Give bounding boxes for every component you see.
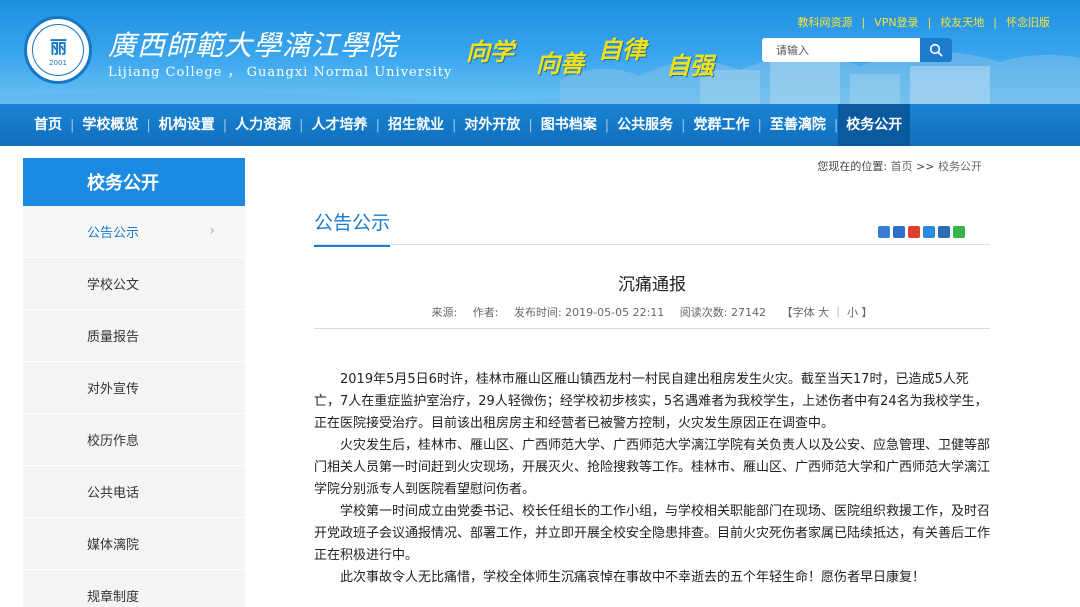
logo-inner-ring: 丽 2001 — [32, 24, 84, 76]
school-logo[interactable]: 丽 2001 — [24, 16, 92, 84]
nav-admissions[interactable]: 招生就业 — [380, 104, 452, 146]
breadcrumb-current[interactable]: 校务公开 — [938, 160, 982, 173]
sidebar-item-label: 对外宣传 — [87, 382, 140, 397]
divider: | — [993, 15, 997, 29]
top-links: 教科网资源 | VPN登录 | 校友天地 | 怀念旧版 — [797, 14, 1050, 30]
top-link-alumni[interactable]: 校友天地 — [940, 14, 984, 30]
article-body: 2019年5月5日6时许，桂林市雁山区雁山镇西龙村一村民自建出租房发生火灾。截至… — [314, 369, 990, 589]
article-published: 发布时间: 2019-05-05 22:11 — [513, 306, 665, 319]
nav-affairs-open[interactable]: 校务公开 — [838, 104, 911, 146]
school-name-en: Lijiang College ， Guangxi Normal Univers… — [108, 65, 453, 80]
sidebar-item-label: 学校公文 — [87, 278, 140, 293]
search-input[interactable] — [762, 38, 918, 62]
top-link-old-version[interactable]: 怀念旧版 — [1006, 14, 1050, 30]
article-paragraph: 学校第一时间成立由党委书记、校长任组长的工作小组，与学校相关职能部门在现场、医院… — [314, 504, 991, 563]
article-paragraph: 2019年5月5日6时许，桂林市雁山区雁山镇西龙村一村民自建出租房发生火灾。截至… — [314, 372, 988, 431]
main-nav: 首页 | 学校概览 | 机构设置 | 人力资源 | 人才培养 | 招生就业 | … — [0, 104, 1080, 146]
nav-home[interactable]: 首页 — [26, 104, 70, 146]
article-divider — [314, 328, 990, 329]
motto-2: 向善 — [536, 49, 584, 78]
sidebar-item-regulations[interactable]: 规章制度 — [23, 570, 245, 607]
nav-hr[interactable]: 人力资源 — [227, 104, 299, 146]
sidebar-title: 校务公开 — [23, 158, 245, 206]
sidebar-item-media[interactable]: 媒体漓院 — [23, 518, 245, 570]
site-header: 丽 2001 廣西師範大學漓江學院 Lijiang College ， Guan… — [0, 0, 1080, 104]
motto-4: 自强 — [666, 51, 714, 80]
share-icons — [878, 226, 965, 238]
font-size-control[interactable]: 【字体 大 ｜ 小 】 — [781, 306, 872, 319]
sidebar: 校务公开 公告公示 › 学校公文 质量报告 对外宣传 校历作息 公共电话 媒体漓… — [23, 158, 245, 607]
search-button[interactable] — [920, 38, 952, 62]
share-qzone-icon[interactable] — [893, 226, 905, 238]
divider: | — [927, 15, 932, 29]
share-more-icon[interactable] — [878, 226, 890, 238]
share-renren-icon[interactable] — [938, 226, 950, 238]
sidebar-item-documents[interactable]: 学校公文 — [23, 258, 245, 310]
motto-3: 自律 — [598, 35, 646, 64]
sidebar-item-publicity[interactable]: 对外宣传 — [23, 362, 245, 414]
nav-international[interactable]: 对外开放 — [456, 104, 528, 146]
article-title: 沉痛通报 — [618, 275, 686, 295]
top-link-vpn[interactable]: VPN登录 — [874, 14, 918, 30]
top-link-resources[interactable]: 教科网资源 — [797, 14, 852, 30]
sidebar-item-label: 规章制度 — [87, 590, 140, 605]
sidebar-item-announcements[interactable]: 公告公示 › — [23, 206, 245, 258]
logo-year: 2001 — [49, 59, 67, 67]
sidebar-item-calendar[interactable]: 校历作息 — [23, 414, 245, 466]
nav-public-service[interactable]: 公共服务 — [609, 104, 681, 146]
article-views: 阅读次数: 27142 — [679, 306, 766, 319]
breadcrumb-prefix: 您现在的位置: — [817, 160, 888, 173]
sidebar-item-quality-report[interactable]: 质量报告 — [23, 310, 245, 362]
chevron-right-icon: › — [209, 223, 215, 239]
motto-1: 向学 — [466, 37, 514, 66]
nav-overview[interactable]: 学校概览 — [74, 104, 146, 146]
sidebar-item-phonebook[interactable]: 公共电话 — [23, 466, 245, 518]
article-author: 作者: — [472, 306, 499, 319]
section-title: 公告公示 — [314, 208, 391, 247]
sidebar-item-label: 公告公示 — [87, 226, 140, 241]
logo-mark: 丽 — [50, 38, 67, 58]
article-paragraph: 火灾发生后，桂林市、雁山区、广西师范大学、广西师范大学漓江学院有关负责人以及公安… — [314, 438, 991, 497]
nav-party[interactable]: 党群工作 — [686, 104, 758, 146]
breadcrumb-separator: >> — [916, 160, 935, 173]
breadcrumb-home[interactable]: 首页 — [891, 160, 913, 173]
search-icon — [929, 43, 943, 57]
share-weibo-icon[interactable] — [908, 226, 920, 238]
nav-institutions[interactable]: 机构设置 — [151, 104, 223, 146]
share-wechat-icon[interactable] — [953, 226, 965, 238]
article-meta: 来源: 作者: 发布时间: 2019-05-05 22:11 阅读次数: 271… — [314, 304, 990, 320]
article-paragraph: 此次事故令人无比痛惜，学校全体师生沉痛哀悼在事故中不幸逝去的五个年轻生命！愿伤者… — [340, 570, 926, 585]
search-box — [762, 38, 952, 62]
article-source: 来源: — [431, 306, 458, 319]
sidebar-item-label: 质量报告 — [87, 330, 140, 345]
sidebar-item-label: 媒体漓院 — [87, 538, 140, 553]
school-name-cn: 廣西師範大學漓江學院 — [108, 29, 399, 62]
section-divider — [314, 244, 990, 245]
share-tencent-icon[interactable] — [923, 226, 935, 238]
sidebar-item-label: 公共电话 — [87, 486, 140, 501]
breadcrumb: 您现在的位置: 首页 >> 校务公开 — [817, 158, 982, 174]
divider: | — [861, 15, 866, 29]
sidebar-item-label: 校历作息 — [87, 434, 140, 449]
nav-education[interactable]: 人才培养 — [304, 104, 376, 146]
nav-zhishan[interactable]: 至善漓院 — [762, 104, 834, 146]
nav-library[interactable]: 图书档案 — [533, 104, 605, 146]
